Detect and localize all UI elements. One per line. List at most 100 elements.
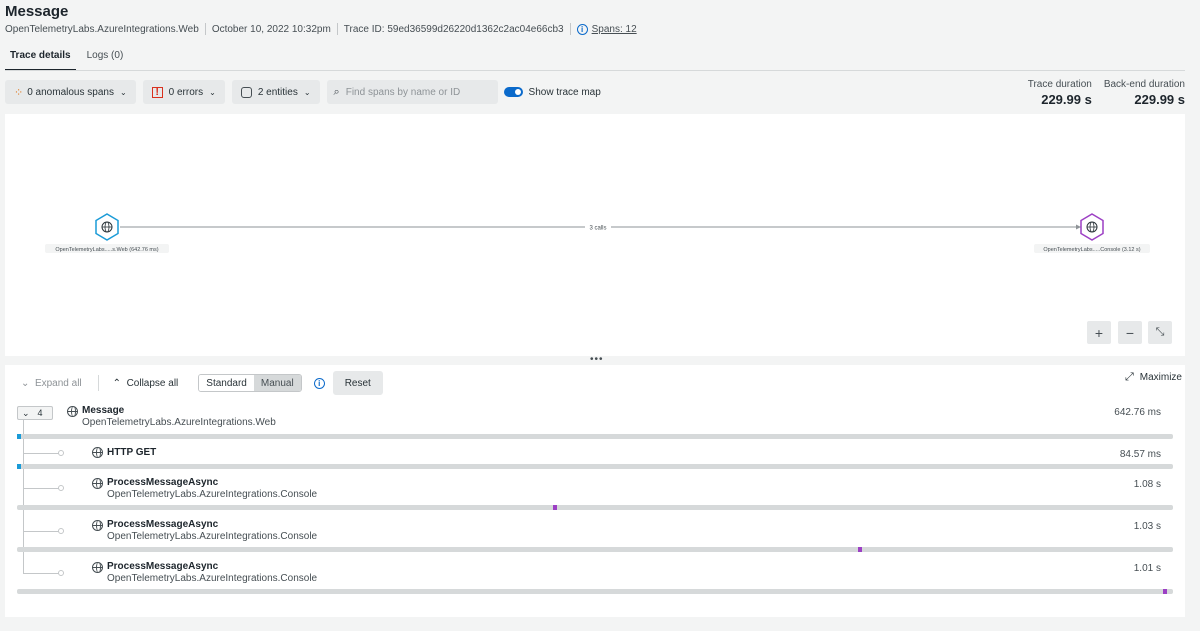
span-name: ProcessMessageAsync xyxy=(107,477,219,488)
fit-view-button[interactable]: ⤡ xyxy=(1148,321,1172,344)
meta-divider xyxy=(204,23,206,35)
entities-label: 2 entities xyxy=(257,86,298,98)
duration-summary: Trace duration 229.99 s Back-end duratio… xyxy=(1028,79,1185,107)
child-count-toggle[interactable]: ⌄ 4 xyxy=(17,406,53,420)
span-service: OpenTelemetryLabs.AzureIntegrations.Cons… xyxy=(107,573,318,584)
edge-label: 3 calls xyxy=(589,226,606,232)
span-bar xyxy=(553,505,557,510)
span-row[interactable]: ProcessMessageAsync OpenTelemetryLabs.Az… xyxy=(5,515,1185,557)
span-duration: 642.76 ms xyxy=(1114,407,1161,418)
span-row[interactable]: ⌄ 4 Message OpenTelemetryLabs.AzureInteg… xyxy=(5,403,1185,443)
tab-trace-details[interactable]: Trace details xyxy=(5,44,76,71)
tabs-divider xyxy=(5,70,1185,71)
span-row[interactable]: ProcessMessageAsync OpenTelemetryLabs.Az… xyxy=(5,473,1185,515)
trace-map-canvas: 3 calls OpenTelemetryLabs.....s.Web (642… xyxy=(45,213,1150,253)
globe-icon xyxy=(92,520,103,531)
trace-id: Trace ID: 59ed36599d26220d1362c2ac04e66c… xyxy=(343,23,564,35)
mode-manual[interactable]: Manual xyxy=(253,375,301,391)
span-search[interactable]: ⌕ xyxy=(326,80,498,104)
chevron-down-icon: ⌄ xyxy=(303,87,311,97)
zoom-out-button[interactable]: − xyxy=(1118,321,1142,344)
span-bar xyxy=(858,547,862,552)
errors-label: 0 errors xyxy=(168,86,204,98)
span-duration: 84.57 ms xyxy=(1119,449,1161,460)
span-timeline xyxy=(17,505,1173,510)
trace-map-toggle-label: Show trace map xyxy=(528,86,601,98)
error-icon: ! xyxy=(151,86,163,98)
anomaly-icon: ⁘ xyxy=(14,86,23,99)
span-waterfall: ⌄ Expand all ⌃ Collapse all Standard Man… xyxy=(5,365,1185,617)
span-timeline xyxy=(17,589,1173,594)
spans-link[interactable]: Spans: 12 xyxy=(592,24,637,35)
child-count: 4 xyxy=(37,408,43,418)
info-icon[interactable]: i xyxy=(313,377,325,389)
maximize-icon: ⤢ xyxy=(1124,371,1134,383)
page-title: Message xyxy=(5,3,69,20)
expand-all-label: Expand all xyxy=(34,377,82,389)
trace-map-toggle[interactable] xyxy=(503,87,523,97)
span-bar xyxy=(17,464,21,469)
chevron-down-icon: ⌄ xyxy=(209,87,216,97)
chevron-down-icon: ⌄ xyxy=(22,407,30,418)
globe-icon xyxy=(92,562,103,573)
span-name: ProcessMessageAsync xyxy=(107,519,219,530)
span-service: OpenTelemetryLabs.AzureIntegrations.Cons… xyxy=(107,531,318,542)
anomalous-spans-label: 0 anomalous spans xyxy=(27,86,114,98)
expand-all-button[interactable]: ⌄ Expand all xyxy=(21,378,82,389)
span-row[interactable]: ProcessMessageAsync OpenTelemetryLabs.Az… xyxy=(5,557,1185,599)
span-duration: 1.01 s xyxy=(1133,563,1161,574)
span-duration: 1.08 s xyxy=(1133,479,1161,490)
collapse-all-label: Collapse all xyxy=(126,377,179,389)
info-icon[interactable]: i xyxy=(576,23,588,35)
header: Message OpenTelemetryLabs.AzureIntegrati… xyxy=(0,0,1200,108)
span-service: OpenTelemetryLabs.AzureIntegrations.Web xyxy=(82,417,276,428)
map-node-web[interactable]: OpenTelemetryLabs.....s.Web (642.76 ms) xyxy=(45,213,169,253)
globe-icon xyxy=(92,478,103,489)
span-row[interactable]: HTTP GET 84.57 ms xyxy=(5,443,1185,473)
trace-meta: OpenTelemetryLabs.AzureIntegrations.Web … xyxy=(5,23,637,35)
zoom-in-button[interactable]: + xyxy=(1087,321,1111,344)
span-timeline xyxy=(17,464,1173,469)
errors-dropdown[interactable]: ! 0 errors ⌄ xyxy=(142,80,225,104)
trace-timestamp: October 10, 2022 10:32pm xyxy=(211,23,331,35)
globe-icon xyxy=(67,406,78,417)
toolbar-divider xyxy=(97,375,99,391)
trace-duration: Trace duration 229.99 s xyxy=(1028,79,1092,107)
trace-duration-value: 229.99 s xyxy=(1041,92,1092,107)
entity-icon xyxy=(240,86,252,98)
tab-bar: Trace details Logs (0) xyxy=(5,44,134,71)
span-bar xyxy=(17,434,21,439)
maximize-button[interactable]: ⤢ Maximize xyxy=(1125,371,1182,384)
service-name: OpenTelemetryLabs.AzureIntegrations.Web xyxy=(5,23,199,35)
anomalous-spans-dropdown[interactable]: ⁘ 0 anomalous spans ⌄ xyxy=(5,80,136,104)
map-node-label: OpenTelemetryLabs.....Console (3.12 s) xyxy=(1043,247,1140,253)
chevron-down-icon: ⌄ xyxy=(119,87,127,97)
span-timeline xyxy=(17,434,1173,439)
span-name: HTTP GET xyxy=(107,447,157,458)
collapse-all-button[interactable]: ⌃ Collapse all xyxy=(113,378,179,389)
backend-duration-value: 229.99 s xyxy=(1134,92,1185,107)
span-bar xyxy=(1163,589,1167,594)
maximize-label: Maximize xyxy=(1139,372,1182,383)
no-globe-icon xyxy=(92,447,103,458)
view-mode-toggle: Standard Manual xyxy=(198,374,302,392)
trace-duration-label: Trace duration xyxy=(1027,79,1092,90)
trace-toolbar: ⁘ 0 anomalous spans ⌄ ! 0 errors ⌄ 2 ent… xyxy=(5,80,601,104)
meta-divider xyxy=(336,23,338,35)
search-icon: ⌕ xyxy=(333,85,340,98)
span-name: Message xyxy=(82,405,125,416)
span-search-input[interactable] xyxy=(345,86,486,98)
resize-handle[interactable]: ••• xyxy=(590,354,604,365)
map-node-label: OpenTelemetryLabs.....s.Web (642.76 ms) xyxy=(55,247,158,253)
reset-button[interactable]: Reset xyxy=(332,371,383,395)
span-timeline xyxy=(17,547,1173,552)
mode-standard[interactable]: Standard xyxy=(199,375,254,391)
map-node-console[interactable]: OpenTelemetryLabs.....Console (3.12 s) xyxy=(1034,213,1150,253)
backend-duration: Back-end duration 229.99 s xyxy=(1104,79,1185,107)
waterfall-toolbar: ⌄ Expand all ⌃ Collapse all Standard Man… xyxy=(5,371,1185,395)
span-name: ProcessMessageAsync xyxy=(107,561,219,572)
span-duration: 1.03 s xyxy=(1133,521,1161,532)
trace-map[interactable]: 3 calls OpenTelemetryLabs.....s.Web (642… xyxy=(5,114,1185,356)
entities-dropdown[interactable]: 2 entities ⌄ xyxy=(231,80,320,104)
tab-logs[interactable]: Logs (0) xyxy=(82,44,129,71)
